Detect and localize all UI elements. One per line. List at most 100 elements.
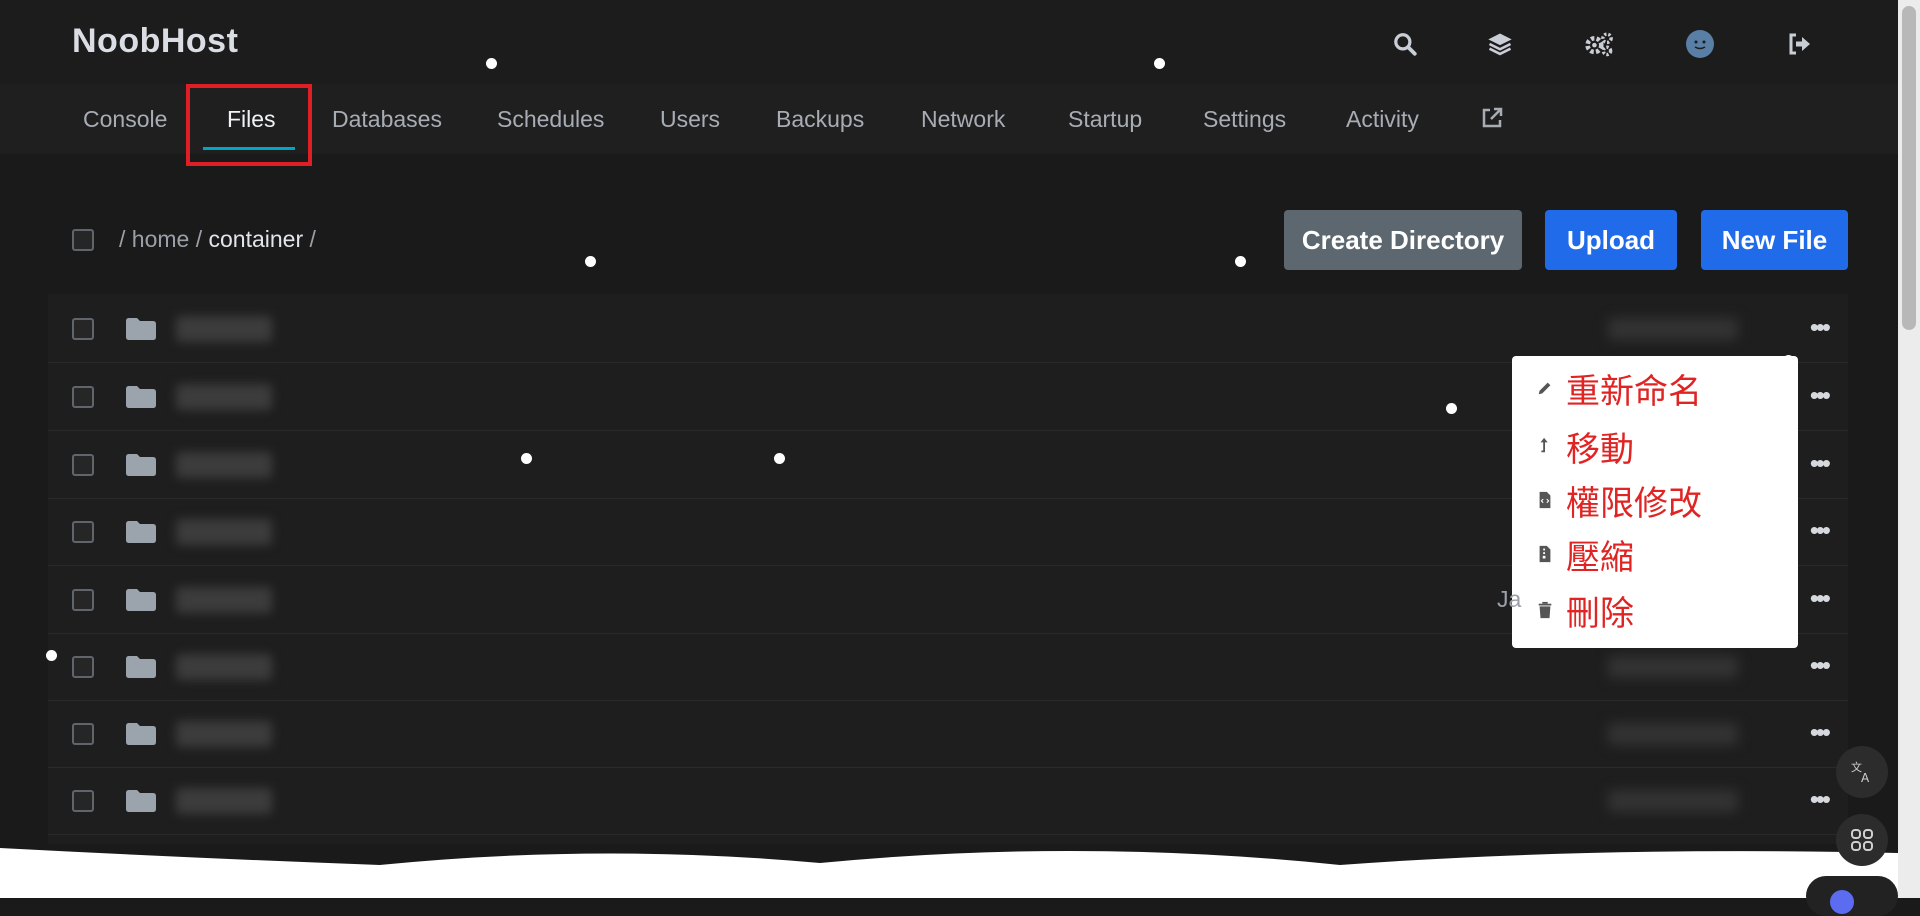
- more-options-icon[interactable]: •••: [1810, 717, 1831, 748]
- menu-item-delete[interactable]: 刪除: [1536, 590, 1634, 634]
- create-directory-button[interactable]: Create Directory: [1284, 210, 1522, 270]
- overlay-dot: [1446, 403, 1457, 414]
- menu-label: 移動: [1566, 429, 1634, 470]
- row-checkbox[interactable]: [72, 318, 94, 340]
- overlay-dot: [585, 256, 596, 267]
- tab-startup[interactable]: Startup: [1068, 84, 1142, 154]
- assistant-icon: [1830, 890, 1854, 914]
- brand-logo[interactable]: NoobHost: [72, 22, 238, 61]
- svg-text:A: A: [1861, 771, 1870, 785]
- breadcrumb-current: container: [208, 226, 304, 252]
- tab-network[interactable]: Network: [921, 84, 1005, 154]
- folder-icon: [126, 589, 156, 611]
- apps-grid-icon[interactable]: [1836, 814, 1888, 866]
- tab-users[interactable]: Users: [660, 84, 720, 154]
- folder-icon: [126, 386, 156, 408]
- search-icon[interactable]: [1385, 24, 1425, 64]
- row-checkbox[interactable]: [72, 656, 94, 678]
- menu-label: 壓縮: [1566, 537, 1634, 578]
- tab-console[interactable]: Console: [83, 84, 167, 154]
- menu-item-compress[interactable]: 壓縮: [1536, 534, 1634, 578]
- tab-activity[interactable]: Activity: [1346, 84, 1419, 154]
- translate-icon[interactable]: 文A: [1836, 746, 1888, 798]
- menu-label: 重新命名: [1566, 371, 1702, 412]
- overlay-dot: [1235, 256, 1246, 267]
- file-name-redacted: [176, 452, 272, 478]
- file-date-redacted: [1608, 318, 1738, 340]
- folder-icon: [126, 454, 156, 476]
- file-name-redacted: [176, 587, 272, 613]
- scrollbar-thumb[interactable]: [1902, 6, 1916, 330]
- logout-icon[interactable]: [1780, 24, 1820, 64]
- menu-item-rename[interactable]: 重新命名: [1536, 368, 1702, 412]
- overlay-dot: [46, 650, 57, 661]
- tab-databases[interactable]: Databases: [332, 84, 442, 154]
- breadcrumb: / home / container /: [119, 226, 316, 253]
- gears-icon[interactable]: [1579, 24, 1619, 64]
- row-checkbox[interactable]: [72, 521, 94, 543]
- row-checkbox[interactable]: [72, 723, 94, 745]
- file-date-redacted: [1608, 790, 1738, 812]
- file-name-redacted: [176, 384, 272, 410]
- more-options-icon[interactable]: •••: [1810, 380, 1831, 411]
- menu-label: 權限修改: [1566, 483, 1702, 524]
- folder-icon: [126, 318, 156, 340]
- file-name-redacted: [176, 316, 272, 342]
- overlay-dot: [521, 453, 532, 464]
- file-context-menu: 重新命名 移動 權限修改 壓縮 刪除: [1512, 356, 1798, 648]
- folder-icon: [126, 656, 156, 678]
- external-link-icon[interactable]: [1480, 106, 1504, 132]
- breadcrumb-separator: /: [119, 226, 126, 252]
- menu-label: 刪除: [1566, 593, 1634, 634]
- file-name-redacted: [176, 788, 272, 814]
- overlay-dot: [486, 58, 497, 69]
- folder-icon: [126, 723, 156, 745]
- file-row[interactable]: •••: [48, 298, 1848, 363]
- file-name-redacted: [176, 721, 272, 747]
- partially-hidden-date: Ja: [1497, 586, 1522, 612]
- new-file-button[interactable]: New File: [1701, 210, 1848, 270]
- top-bar: NoobHost: [0, 0, 1920, 85]
- file-row[interactable]: •••: [48, 770, 1848, 835]
- row-checkbox[interactable]: [72, 386, 94, 408]
- breadcrumb-home[interactable]: home: [132, 226, 190, 252]
- more-options-icon[interactable]: •••: [1810, 583, 1831, 614]
- tab-backups[interactable]: Backups: [776, 84, 864, 154]
- assistant-launcher-button[interactable]: [1806, 876, 1898, 916]
- select-all-checkbox[interactable]: [72, 229, 94, 251]
- file-archive-icon: [1539, 545, 1551, 563]
- file-date-redacted: [1608, 656, 1738, 678]
- upload-button[interactable]: Upload: [1545, 210, 1677, 270]
- row-checkbox[interactable]: [72, 790, 94, 812]
- menu-item-move[interactable]: 移動: [1536, 426, 1634, 470]
- level-up-icon: [1540, 437, 1548, 453]
- menu-item-permissions[interactable]: 權限修改: [1536, 480, 1702, 524]
- pencil-icon: [1538, 382, 1551, 395]
- overlay-dot: [1154, 58, 1165, 69]
- file-row[interactable]: •••: [48, 703, 1848, 768]
- overlay-dot: [1783, 355, 1794, 366]
- tab-settings[interactable]: Settings: [1203, 84, 1286, 154]
- more-options-icon[interactable]: •••: [1810, 650, 1831, 681]
- overlay-dot: [774, 453, 785, 464]
- page-bottom-edge: [0, 848, 1898, 898]
- layers-icon[interactable]: [1480, 24, 1520, 64]
- file-code-icon: [1539, 491, 1551, 509]
- tab-schedules[interactable]: Schedules: [497, 84, 604, 154]
- more-options-icon[interactable]: •••: [1810, 312, 1831, 343]
- row-checkbox[interactable]: [72, 589, 94, 611]
- file-date-redacted: [1608, 723, 1738, 745]
- folder-icon: [126, 790, 156, 812]
- trash-icon: [1538, 601, 1552, 619]
- breadcrumb-separator: /: [195, 226, 203, 252]
- breadcrumb-separator: /: [309, 226, 316, 252]
- file-name-redacted: [176, 654, 272, 680]
- more-options-icon[interactable]: •••: [1810, 515, 1831, 546]
- file-name-redacted: [176, 519, 272, 545]
- annotation-highlight-box: [186, 84, 312, 166]
- more-options-icon[interactable]: •••: [1810, 784, 1831, 815]
- avatar[interactable]: [1680, 24, 1720, 64]
- row-checkbox[interactable]: [72, 454, 94, 476]
- more-options-icon[interactable]: •••: [1810, 448, 1831, 479]
- folder-icon: [126, 521, 156, 543]
